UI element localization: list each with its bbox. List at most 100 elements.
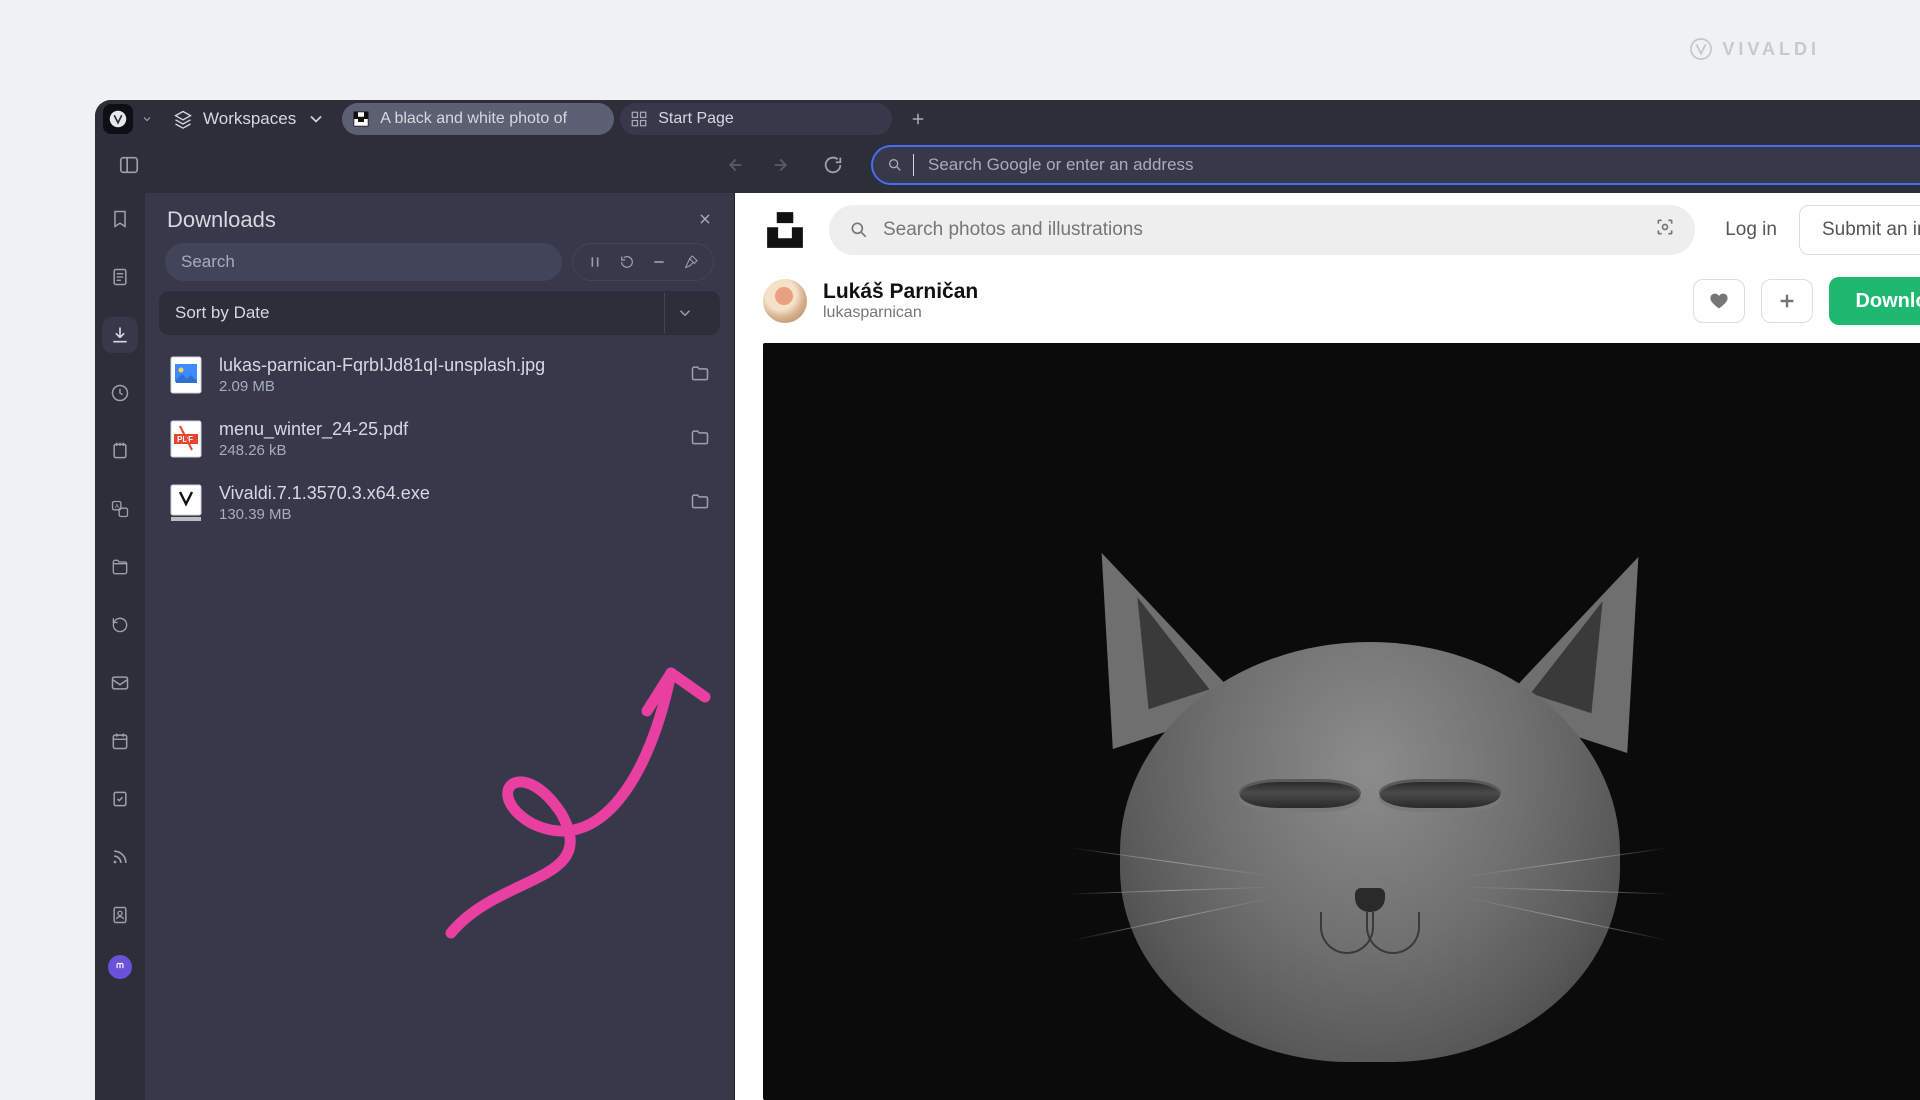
rail-contacts[interactable]: [102, 897, 138, 933]
chevron-down-icon: [676, 304, 694, 322]
rail-sessions[interactable]: [102, 607, 138, 643]
login-link[interactable]: Log in: [1725, 219, 1777, 241]
tab-strip: Workspaces A black and white photo of St…: [95, 100, 1920, 137]
scan-icon: [1655, 217, 1675, 237]
workspaces-label: Workspaces: [203, 109, 296, 129]
author-avatar[interactable]: [763, 279, 807, 323]
tab-label: A black and white photo of: [380, 110, 567, 128]
clear-button[interactable]: [675, 246, 707, 278]
rail-tasks[interactable]: [102, 781, 138, 817]
vivaldi-menu-button[interactable]: [103, 104, 133, 134]
show-in-folder-button[interactable]: [690, 427, 710, 452]
sessions-icon: [110, 615, 130, 635]
tab-label: Start Page: [658, 110, 734, 128]
bookmark-icon: [110, 209, 130, 229]
show-in-folder-button[interactable]: [690, 363, 710, 388]
downloads-search-input[interactable]: Search: [165, 243, 562, 281]
search-icon: [887, 157, 903, 173]
rail-translate[interactable]: A: [102, 491, 138, 527]
minus-icon: [651, 254, 667, 270]
broom-icon: [683, 254, 699, 270]
folder-icon: [690, 427, 710, 447]
rail-calendar[interactable]: [102, 723, 138, 759]
new-tab-button[interactable]: [904, 105, 932, 133]
rail-mastodon[interactable]: [108, 955, 132, 979]
exe-file-icon: [169, 483, 203, 523]
workspaces-selector[interactable]: Workspaces: [173, 109, 326, 129]
plus-icon: [1776, 290, 1798, 312]
nav-back-button[interactable]: [715, 147, 751, 183]
chevron-down-icon: [306, 109, 326, 129]
download-icon: [110, 325, 130, 345]
svg-text:A: A: [115, 504, 119, 510]
tasks-icon: [110, 789, 130, 809]
address-placeholder: Search Google or enter an address: [928, 155, 1194, 175]
pause-button[interactable]: [579, 246, 611, 278]
download-item[interactable]: Vivaldi.7.1.3570.3.x64.exe 130.39 MB: [159, 471, 720, 535]
panel-rail: A: [95, 193, 145, 1100]
web-page: Search photos and illustrations Log in S…: [735, 193, 1920, 1100]
downloads-list: lukas-parnican-FqrbIJd81qI-unsplash.jpg …: [145, 335, 734, 543]
address-toolbar: Search Google or enter an address: [95, 137, 1920, 193]
rail-notes[interactable]: [102, 433, 138, 469]
pause-icon: [587, 254, 603, 270]
search-icon: [849, 220, 869, 240]
download-image-button[interactable]: Download: [1829, 277, 1920, 325]
rss-icon: [110, 847, 130, 867]
tab-start-page[interactable]: Start Page: [620, 103, 892, 135]
mail-icon: [110, 673, 130, 693]
rail-bookmarks[interactable]: [102, 201, 138, 237]
mastodon-icon: [113, 960, 127, 974]
workspaces-icon: [173, 109, 193, 129]
pdf-file-icon: PDF: [169, 419, 203, 459]
tab-active[interactable]: A black and white photo of: [342, 103, 614, 135]
author-bar: Lukáš Parničan lukasparnican Download: [735, 267, 1920, 343]
rail-reading-list[interactable]: [102, 259, 138, 295]
nav-forward-button[interactable]: [765, 147, 801, 183]
rail-feeds[interactable]: [102, 839, 138, 875]
author-username[interactable]: lukasparnican: [823, 304, 978, 322]
main-photo[interactable]: [763, 343, 1920, 1100]
browser-window: Workspaces A black and white photo of St…: [95, 100, 1920, 1100]
download-controls: [572, 243, 714, 281]
add-to-collection-button[interactable]: [1761, 279, 1813, 323]
restart-button[interactable]: [611, 246, 643, 278]
panel-toggle-button[interactable]: [111, 147, 147, 183]
vivaldi-menu-chevron[interactable]: [141, 113, 153, 125]
vivaldi-logo-icon: [1690, 38, 1712, 60]
grid-favicon-icon: [630, 110, 648, 128]
reload-button[interactable]: [815, 147, 851, 183]
chevron-down-icon: [141, 113, 153, 125]
calendar-icon: [110, 731, 130, 751]
arrow-right-icon: [772, 154, 794, 176]
window-icon: [110, 557, 130, 577]
rail-history[interactable]: [102, 375, 138, 411]
like-button[interactable]: [1693, 279, 1745, 323]
visual-search-button[interactable]: [1655, 217, 1681, 243]
download-item[interactable]: lukas-parnican-FqrbIJd81qI-unsplash.jpg …: [159, 343, 720, 407]
reading-list-icon: [110, 267, 130, 287]
submit-image-button[interactable]: Submit an imag: [1799, 205, 1920, 255]
arrow-left-icon: [722, 154, 744, 176]
download-item[interactable]: PDF menu_winter_24-25.pdf 248.26 kB: [159, 407, 720, 471]
translate-icon: A: [110, 499, 130, 519]
plus-icon: [909, 110, 927, 128]
contacts-icon: [110, 905, 130, 925]
site-header: Search photos and illustrations Log in S…: [735, 193, 1920, 267]
annotation-arrow-icon: [421, 623, 741, 963]
unsplash-logo-icon[interactable]: [763, 208, 807, 252]
heart-icon: [1708, 290, 1730, 312]
rail-mail[interactable]: [102, 665, 138, 701]
remove-button[interactable]: [643, 246, 675, 278]
site-search-input[interactable]: Search photos and illustrations: [829, 205, 1695, 255]
address-input[interactable]: Search Google or enter an address: [871, 145, 1920, 185]
folder-icon: [690, 491, 710, 511]
rail-window[interactable]: [102, 549, 138, 585]
rail-downloads[interactable]: [102, 317, 138, 353]
author-name[interactable]: Lukáš Parničan: [823, 280, 978, 304]
panel-title: Downloads: [167, 207, 276, 233]
panel-close-button[interactable]: [698, 209, 712, 232]
show-in-folder-button[interactable]: [690, 491, 710, 516]
sort-selector[interactable]: Sort by Date: [159, 291, 720, 335]
notes-icon: [110, 441, 130, 461]
